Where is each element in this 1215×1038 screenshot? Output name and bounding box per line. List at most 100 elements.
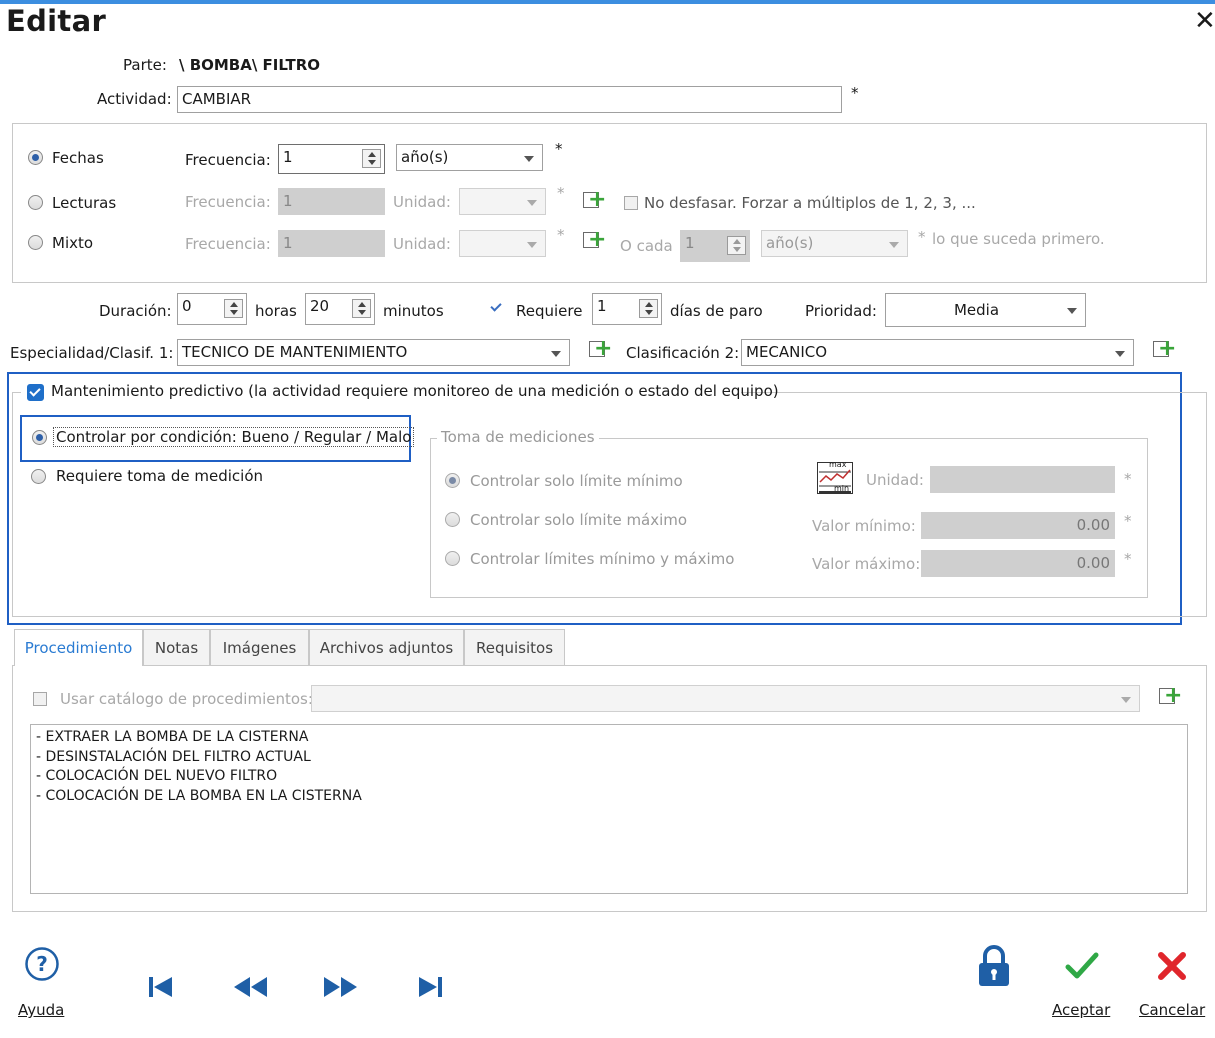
o-cada-unit-select[interactable]: año(s) [761, 230, 908, 257]
fechas-freq-label: Frecuencia: [185, 151, 271, 169]
hours-label: horas [255, 302, 297, 320]
requiere-medicion-radio[interactable] [31, 469, 46, 484]
lecturas-freq-label: Frecuencia: [185, 193, 271, 211]
catalog-select[interactable] [311, 685, 1140, 712]
fechas-unit-value: año(s) [401, 148, 449, 166]
actividad-input[interactable]: CAMBIAR [177, 86, 842, 113]
fechas-unit-select[interactable]: año(s) [396, 144, 543, 171]
last-record-icon[interactable] [416, 972, 446, 1002]
aceptar-button[interactable]: Aceptar [1052, 1001, 1110, 1019]
no-desfasar-checkbox[interactable] [624, 196, 638, 210]
ayuda-label[interactable]: Ayuda [18, 1001, 64, 1019]
o-cada-label: O cada [620, 237, 673, 255]
clasificacion2-label: Clasificación 2: [626, 344, 740, 362]
mixto-freq-input[interactable]: 1 [278, 230, 385, 257]
limites-ambos-label: Controlar límites mínimo y máximo [470, 550, 735, 568]
predictive-label: Mantenimiento predictivo (la actividad r… [51, 382, 779, 400]
procedure-textarea[interactable]: - EXTRAER LA BOMBA DE LA CISTERNA - DESI… [30, 724, 1188, 894]
especialidad-value: TECNICO DE MANTENIMIENTO [182, 343, 408, 361]
add-icon[interactable] [1159, 684, 1182, 708]
valor-maximo-input[interactable]: 0.00 [921, 550, 1115, 577]
chart-icon-min-text: min [834, 484, 850, 493]
lecturas-radio[interactable] [28, 195, 43, 210]
tab-archivos-adjuntos[interactable]: Archivos adjuntos [309, 629, 464, 665]
spin-arrows-icon[interactable] [727, 236, 746, 255]
valor-minimo-input[interactable]: 0.00 [921, 512, 1115, 539]
procedure-line: - DESINSTALACIÓN DEL FILTRO ACTUAL [36, 748, 311, 765]
mixto-unidad-select[interactable] [459, 230, 546, 257]
previous-record-icon[interactable] [233, 972, 267, 1002]
controlar-condicion-label: Controlar por condición: Bueno / Regular… [53, 427, 415, 447]
limites-ambos-radio[interactable] [445, 551, 460, 566]
mediciones-title: Toma de mediciones [437, 428, 599, 446]
tab-procedimiento[interactable]: Procedimiento [14, 629, 143, 666]
requiere-checkbox[interactable] [489, 301, 503, 315]
controlar-condicion-radio[interactable] [32, 430, 47, 445]
chevron-down-icon [1067, 308, 1077, 314]
spin-arrows-icon[interactable] [639, 299, 658, 318]
lecturas-freq-input[interactable]: 1 [278, 188, 385, 215]
primero-label: lo que suceda primero. [932, 230, 1105, 248]
close-icon[interactable]: ✕ [1194, 6, 1215, 36]
dias-value: 1 [597, 297, 607, 315]
next-record-icon[interactable] [322, 972, 357, 1002]
limite-maximo-radio[interactable] [445, 512, 460, 527]
prioridad-label: Prioridad: [805, 302, 877, 320]
lecturas-unidad-select[interactable] [459, 188, 546, 215]
required-mark: * [1124, 470, 1132, 488]
spin-arrows-icon[interactable] [362, 149, 381, 168]
tab-requisitos[interactable]: Requisitos [464, 629, 565, 665]
chevron-down-icon [527, 200, 537, 206]
check-icon[interactable] [1064, 948, 1100, 984]
chevron-down-icon [524, 156, 534, 162]
lock-icon[interactable] [976, 944, 1012, 988]
mixto-unidad-label: Unidad: [393, 235, 451, 253]
catalog-checkbox[interactable] [33, 692, 47, 706]
chevron-down-icon [527, 242, 537, 248]
parte-value: \ BOMBA\ FILTRO [179, 56, 320, 74]
first-record-icon[interactable] [145, 972, 175, 1002]
predictive-checkbox[interactable] [27, 384, 44, 401]
cancel-x-icon[interactable] [1156, 950, 1188, 982]
tab-notas[interactable]: Notas [143, 629, 210, 665]
dias-stepper[interactable]: 1 [592, 293, 662, 325]
add-icon[interactable] [1153, 337, 1176, 361]
chevron-down-icon [551, 351, 561, 357]
required-mark: * [851, 84, 859, 102]
limite-minimo-label: Controlar solo límite mínimo [470, 472, 683, 490]
cancelar-button[interactable]: Cancelar [1139, 1001, 1205, 1019]
minutes-label: minutos [383, 302, 444, 320]
help-icon[interactable]: ? [24, 946, 60, 982]
dias-label: días de paro [670, 302, 763, 320]
add-icon[interactable] [583, 188, 606, 212]
required-mark: * [918, 228, 926, 246]
clasificacion2-select[interactable]: MECANICO [741, 339, 1134, 366]
duracion-label: Duración: [99, 302, 172, 320]
tab-imagenes[interactable]: Imágenes [210, 629, 309, 665]
add-icon[interactable] [583, 228, 606, 252]
limite-minimo-radio[interactable] [445, 473, 460, 488]
hours-stepper[interactable]: 0 [177, 293, 247, 325]
fechas-freq-stepper[interactable]: 1 [278, 144, 385, 174]
required-mark: * [1124, 512, 1132, 530]
minutes-stepper[interactable]: 20 [305, 293, 375, 325]
spin-arrows-icon[interactable] [352, 299, 371, 318]
window-title: Editar [6, 4, 107, 38]
window-top-border [0, 0, 1215, 4]
especialidad-select[interactable]: TECNICO DE MANTENIMIENTO [177, 339, 570, 366]
unidad-input[interactable] [930, 466, 1115, 493]
unidad-label: Unidad: [866, 471, 924, 489]
prioridad-select[interactable]: Media [885, 293, 1086, 327]
spin-arrows-icon[interactable] [224, 299, 243, 318]
lecturas-unidad-label: Unidad: [393, 193, 451, 211]
mixto-radio[interactable] [28, 235, 43, 250]
chart-icon-max-text: max [829, 460, 847, 469]
minutes-value: 20 [310, 297, 330, 315]
lecturas-label: Lecturas [52, 194, 117, 212]
o-cada-stepper[interactable]: 1 [680, 230, 750, 262]
chevron-down-icon [889, 242, 899, 248]
add-icon[interactable] [589, 337, 612, 361]
min-max-chart-icon: max min [817, 460, 853, 494]
fechas-radio[interactable] [28, 150, 43, 165]
valor-minimo-label: Valor mínimo: [812, 517, 916, 535]
